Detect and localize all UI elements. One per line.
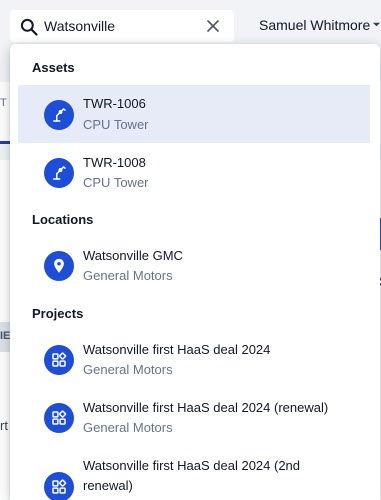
result-subtitle: General Motors (83, 362, 173, 377)
robot-arm-icon (44, 158, 74, 188)
search-icon (20, 18, 38, 36)
result-title: TWR-1006 (83, 96, 146, 111)
project-grid-icon (44, 472, 74, 500)
search-result-project[interactable]: Watsonville first HaaS deal 2024 (2nd re… (18, 446, 370, 500)
robot-arm-icon (44, 100, 74, 130)
result-title: Watsonville first HaaS deal 2024 (renewa… (83, 400, 329, 415)
result-subtitle: General Motors (83, 268, 173, 283)
project-grid-icon (44, 403, 74, 433)
result-title: TWR-1008 (83, 155, 146, 170)
search-box[interactable] (10, 10, 234, 42)
section-title-assets: Assets (32, 60, 75, 75)
search-result-location[interactable]: Watsonville GMC General Motors (18, 236, 370, 296)
section-title-projects: Projects (32, 306, 84, 321)
result-subtitle: CPU Tower (83, 175, 149, 190)
search-result-project[interactable]: Watsonville first HaaS deal 2024 General… (18, 330, 370, 388)
clear-search-icon[interactable] (205, 18, 221, 34)
search-results-dropdown: Assets TWR-1006 CPU Tower TWR-1008 CPU T… (10, 44, 380, 500)
search-result-asset[interactable]: TWR-1006 CPU Tower (18, 85, 370, 143)
result-subtitle: General Motors (83, 420, 173, 435)
search-result-asset[interactable]: TWR-1008 CPU Tower (18, 143, 370, 201)
section-title-locations: Locations (32, 212, 94, 227)
search-input[interactable] (44, 16, 194, 36)
search-result-project[interactable]: Watsonville first HaaS deal 2024 (renewa… (18, 388, 370, 446)
result-title: Watsonville GMC (83, 248, 183, 263)
location-pin-icon (44, 251, 74, 281)
chevron-down-icon[interactable] (372, 20, 381, 29)
background-table-header-fragment: IE (0, 330, 11, 342)
background-row-fragment: rt (0, 418, 8, 433)
result-title: Watsonville first HaaS deal 2024 (2nd re… (83, 458, 301, 493)
user-menu-name[interactable]: Samuel Whitmore (259, 17, 370, 33)
result-title: Watsonville first HaaS deal 2024 (83, 342, 271, 357)
project-grid-icon (44, 345, 74, 375)
result-subtitle: CPU Tower (83, 117, 149, 132)
